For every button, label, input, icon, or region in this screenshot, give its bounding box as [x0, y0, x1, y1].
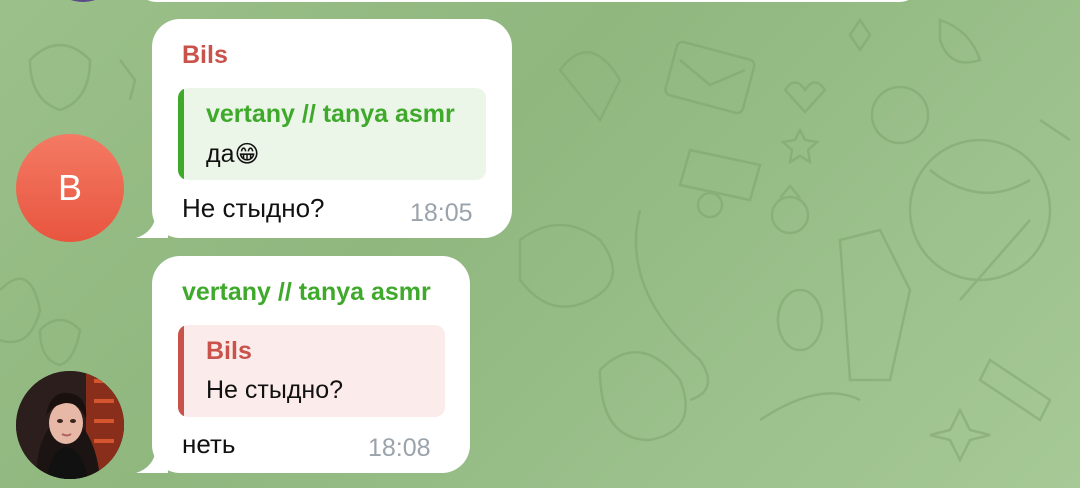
message-bubble[interactable]: vertany // tanya asmr Bils Не стыдно? не…: [136, 256, 470, 473]
message-bubble[interactable]: Bils vertany // tanya asmr да😁 Не стыдно…: [136, 19, 512, 238]
previous-message-bubble[interactable]: [138, 0, 918, 2]
bubble-tail: [136, 449, 168, 473]
reply-bar: [178, 325, 184, 417]
avatar-user-photo[interactable]: [16, 371, 124, 479]
message-text: неть: [182, 429, 236, 459]
message-text: Не стыдно?: [182, 193, 325, 223]
reply-sender-name: Bils: [206, 337, 252, 365]
grinning-emoji-icon: 😁: [234, 141, 260, 168]
message-time: 18:08: [368, 434, 431, 462]
sender-name[interactable]: vertany // tanya asmr: [182, 278, 431, 307]
avatar-letter: B: [57, 167, 82, 208]
bubble-tail: [136, 214, 168, 238]
user-photo-icon: [16, 371, 124, 479]
reply-preview[interactable]: Bils Не стыдно?: [178, 325, 445, 417]
message-time: 18:05: [410, 199, 473, 227]
avatar-bils[interactable]: B: [16, 134, 124, 242]
reply-bar: [178, 88, 184, 180]
reply-sender-name: vertany // tanya asmr: [206, 100, 455, 128]
reply-text: да😁: [206, 140, 260, 168]
reply-preview[interactable]: vertany // tanya asmr да😁: [178, 88, 486, 180]
sender-name[interactable]: Bils: [182, 41, 228, 70]
reply-text: Не стыдно?: [206, 376, 344, 404]
